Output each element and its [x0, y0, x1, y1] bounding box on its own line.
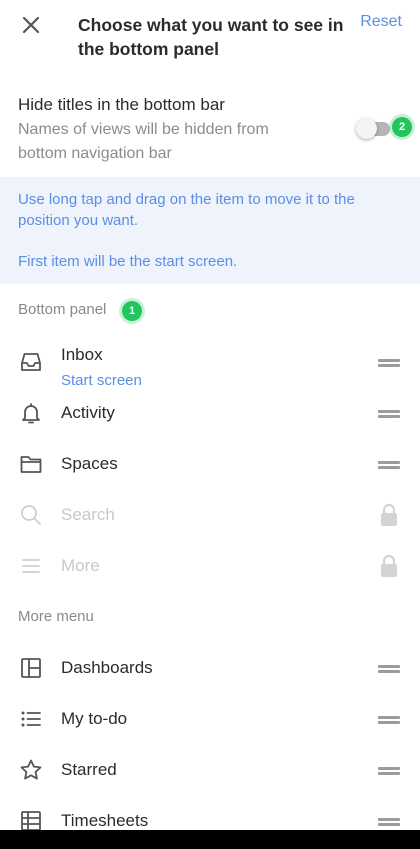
drag-handle-icon[interactable] — [378, 763, 400, 777]
close-button[interactable] — [18, 12, 44, 38]
drag-handle-icon[interactable] — [378, 814, 400, 828]
bottom-panel-section-label: Bottom panel — [18, 301, 107, 318]
bottom-panel-item-more: More — [0, 545, 420, 585]
hide-titles-toggle[interactable] — [356, 118, 392, 139]
hide-titles-setting: Hide titles in the bottom bar Names of v… — [0, 92, 420, 172]
list-icon — [18, 706, 44, 732]
search-icon — [18, 502, 44, 528]
bottom-panel-item-inbox[interactable]: Inbox Start screen — [0, 341, 420, 389]
bottom-panel-settings-sheet: Choose what you want to see in the botto… — [0, 0, 420, 830]
reset-button[interactable]: Reset — [360, 13, 402, 31]
info-start-screen-hint: First item will be the start screen. — [18, 253, 238, 270]
drag-handle-icon[interactable] — [378, 457, 400, 471]
page-title: Choose what you want to see in the botto… — [78, 15, 344, 59]
screen: Choose what you want to see in the botto… — [0, 0, 420, 849]
item-label: Search — [61, 505, 115, 524]
dashboard-icon — [18, 655, 44, 681]
item-label: Dashboards — [61, 658, 153, 677]
more-menu-section-label: More menu — [18, 608, 94, 625]
bell-icon — [18, 400, 44, 426]
bottom-panel-item-search: Search — [0, 494, 420, 534]
item-label: Inbox — [61, 345, 103, 364]
item-label: More — [61, 556, 100, 575]
step-badge-2: 2 — [392, 117, 412, 137]
drag-handle-icon[interactable] — [378, 406, 400, 420]
close-icon — [22, 16, 40, 34]
bottom-panel-item-activity[interactable]: Activity — [0, 392, 420, 432]
lock-icon — [378, 553, 400, 579]
table-icon — [18, 808, 44, 830]
lock-icon — [378, 502, 400, 528]
start-screen-label: Start screen — [61, 372, 142, 389]
drag-handle-icon[interactable] — [378, 355, 400, 369]
info-box: Use long tap and drag on the item to mov… — [0, 177, 420, 284]
more-menu-item-my-to-do[interactable]: My to-do — [0, 698, 420, 738]
item-label: Activity — [61, 403, 115, 422]
star-icon — [18, 757, 44, 783]
item-label: Spaces — [61, 454, 118, 473]
toggle-knob — [356, 118, 377, 139]
drag-handle-icon[interactable] — [378, 712, 400, 726]
step-badge-1: 1 — [122, 301, 142, 321]
header: Choose what you want to see in the botto… — [0, 0, 420, 80]
item-label: Timesheets — [61, 811, 149, 830]
hide-titles-description: Names of views will be hidden from botto… — [18, 121, 269, 162]
bottom-panel-item-spaces[interactable]: Spaces — [0, 443, 420, 483]
hide-titles-label: Hide titles in the bottom bar — [18, 95, 225, 114]
more-menu-item-starred[interactable]: Starred — [0, 749, 420, 789]
item-label: My to-do — [61, 709, 128, 728]
folder-icon — [18, 451, 44, 477]
more-menu-item-dashboards[interactable]: Dashboards — [0, 647, 420, 687]
inbox-icon — [18, 349, 44, 375]
item-label: Starred — [61, 760, 117, 779]
more-menu-item-timesheets[interactable]: Timesheets — [0, 800, 420, 830]
info-drag-hint: Use long tap and drag on the item to mov… — [18, 191, 355, 229]
menu-icon — [18, 553, 44, 579]
drag-handle-icon[interactable] — [378, 661, 400, 675]
